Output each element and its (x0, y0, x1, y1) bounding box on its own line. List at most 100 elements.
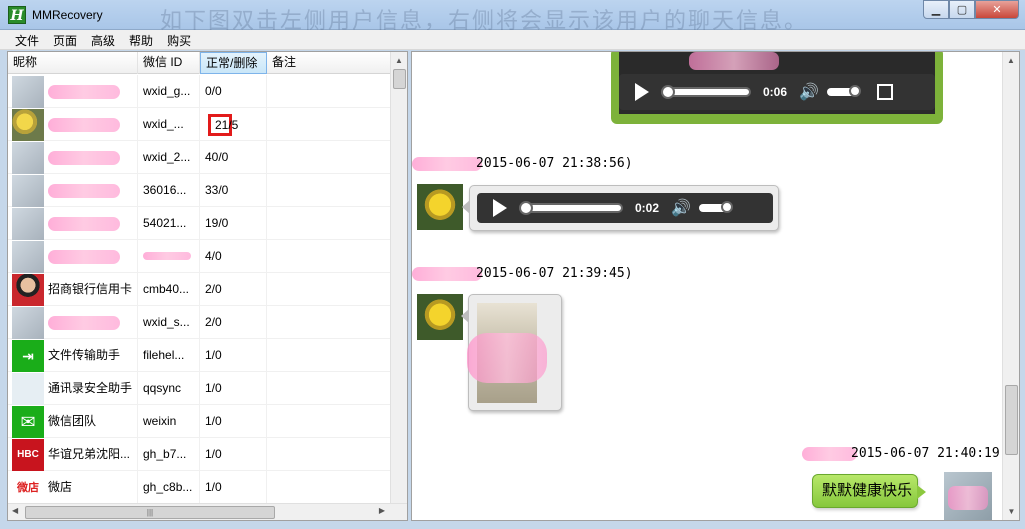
redacted-name (48, 216, 120, 231)
note (267, 438, 392, 471)
scroll-left-icon[interactable]: ◀ (12, 506, 18, 515)
close-button[interactable]: ✕ (975, 0, 1019, 19)
note (267, 471, 392, 504)
menu-advanced[interactable]: 高级 (84, 30, 122, 49)
column-header-normal-deleted[interactable]: 正常/删除 (200, 52, 267, 74)
table-row[interactable]: wxid_g... 0/0 (8, 75, 392, 108)
scroll-up-icon[interactable]: ▲ (391, 52, 407, 69)
weidian-logo-icon: 微店 (12, 471, 44, 504)
menu-file[interactable]: 文件 (8, 30, 46, 49)
table-row[interactable]: 4/0 (8, 240, 392, 273)
menu-buy[interactable]: 购买 (160, 30, 198, 49)
maximize-button[interactable]: ▢ (949, 0, 975, 19)
table-row[interactable]: wxid_2... 40/0 (8, 141, 392, 174)
message-timestamp: 2015-06-07 21:38:56) (412, 156, 633, 171)
fullscreen-icon[interactable] (876, 84, 893, 100)
redacted-sender (802, 446, 857, 461)
table-row[interactable]: 微店 微店 gh_c8b... 1/0 (8, 471, 392, 504)
play-icon[interactable] (493, 199, 507, 217)
menu-page[interactable]: 页面 (46, 30, 84, 49)
avatar (12, 141, 44, 174)
note (267, 108, 392, 141)
table-row[interactable]: 通讯录安全助手 qqsync 1/0 (8, 372, 392, 405)
scroll-up-icon[interactable]: ▲ (1003, 52, 1019, 69)
wechat-id: 36016... (138, 174, 200, 207)
table-row[interactable]: 54021... 19/0 (8, 207, 392, 240)
wechat-id: gh_c8b... (138, 471, 200, 504)
redacted-name (48, 315, 120, 330)
contact-name: 通讯录安全助手 (48, 381, 133, 395)
message-count: 2/0 (200, 306, 267, 339)
hbc-logo-icon: HBC (12, 438, 44, 471)
redacted-video-frame (689, 52, 779, 70)
note (267, 141, 392, 174)
note (267, 306, 392, 339)
wechat-id: wxid_2... (138, 141, 200, 174)
redacted-name (48, 249, 120, 264)
title-bar: H MMRecovery 如下图双击左侧用户信息，右侧将会显示该用户的聊天信息。… (0, 0, 1025, 34)
avatar (12, 273, 44, 306)
video-player[interactable]: 0:06 🔊 (619, 74, 935, 110)
menu-help[interactable]: 帮助 (122, 30, 160, 49)
contacts-grid: 昵称 微信 ID 正常/删除 备注 wxid_g... 0/0 wxid_...… (7, 51, 408, 521)
note (267, 75, 392, 108)
audio-duration: 0:02 (635, 201, 660, 215)
highlighted-count: 21/5 (208, 113, 238, 136)
message-count: 1/0 (200, 405, 267, 438)
grid-rows: wxid_g... 0/0 wxid_... 21/5 wxid_2... 40… (8, 75, 392, 504)
scroll-thumb[interactable]: ||| (25, 506, 275, 519)
minimize-button[interactable]: ▁ (923, 0, 949, 19)
grid-vertical-scrollbar[interactable]: ▲ (390, 52, 407, 504)
maximize-icon: ▢ (956, 4, 968, 16)
scroll-thumb[interactable] (393, 69, 406, 89)
table-row[interactable]: 36016... 33/0 (8, 174, 392, 207)
avatar (12, 207, 44, 240)
note (267, 273, 392, 306)
message-count: 2/0 (200, 273, 267, 306)
play-icon[interactable] (635, 83, 649, 101)
avatar (417, 184, 463, 230)
wechat-id: wxid_g... (138, 75, 200, 108)
redacted-name (48, 150, 120, 165)
avatar (417, 294, 463, 340)
file-transfer-icon: ⇥ (12, 339, 44, 372)
redacted-image-content (467, 333, 547, 383)
table-row[interactable]: ✉ 微信团队 weixin 1/0 (8, 405, 392, 438)
text-message-bubble: 默默健康快乐 (812, 474, 926, 508)
voice-message: 0:02 🔊 (462, 185, 779, 231)
scroll-thumb[interactable] (1005, 385, 1018, 455)
message-count: 19/0 (200, 207, 267, 240)
column-header-note[interactable]: 备注 (267, 52, 392, 74)
image-message[interactable] (461, 294, 562, 411)
note (267, 339, 392, 372)
column-header-wechat-id[interactable]: 微信 ID (138, 52, 200, 74)
avatar (12, 306, 44, 339)
volume-icon[interactable]: 🔊 (799, 82, 819, 102)
scroll-right-icon[interactable]: ▶ (379, 506, 385, 515)
redacted-id (143, 252, 191, 260)
audio-player[interactable]: 0:02 🔊 (477, 193, 773, 223)
volume-icon[interactable]: 🔊 (671, 198, 691, 218)
note (267, 174, 392, 207)
audio-progress-slider[interactable] (519, 201, 623, 215)
avatar (12, 240, 44, 273)
scroll-down-icon[interactable]: ▼ (1003, 503, 1019, 520)
contact-name: 微信团队 (48, 414, 97, 428)
note (267, 207, 392, 240)
table-row[interactable]: 招商银行信用卡 cmb40... 2/0 (8, 273, 392, 306)
message-count: 1/0 (200, 339, 267, 372)
table-row[interactable]: wxid_s... 2/0 (8, 306, 392, 339)
table-row[interactable]: ⇥ 文件传输助手 filehel... 1/0 (8, 339, 392, 372)
grid-horizontal-scrollbar[interactable]: ◀ ||| ▶ (8, 503, 407, 520)
column-header-nickname[interactable]: 昵称 (8, 52, 138, 74)
video-progress-slider[interactable] (661, 85, 751, 99)
image-thumbnail[interactable] (467, 303, 547, 403)
window-controls: ▁ ▢ ✕ (923, 0, 1019, 19)
volume-slider[interactable] (826, 85, 861, 97)
close-icon: ✕ (992, 4, 1002, 16)
volume-slider[interactable] (698, 201, 733, 213)
chat-viewer: 0:06 🔊 2015-06-07 21:38:56) 0:02 🔊 2015-… (411, 51, 1020, 521)
chat-vertical-scrollbar[interactable]: ▲ ▼ (1002, 52, 1019, 520)
table-row[interactable]: HBC 华谊兄弟沈阳... gh_b7... 1/0 (8, 438, 392, 471)
table-row[interactable]: wxid_... 21/5 (8, 108, 392, 141)
